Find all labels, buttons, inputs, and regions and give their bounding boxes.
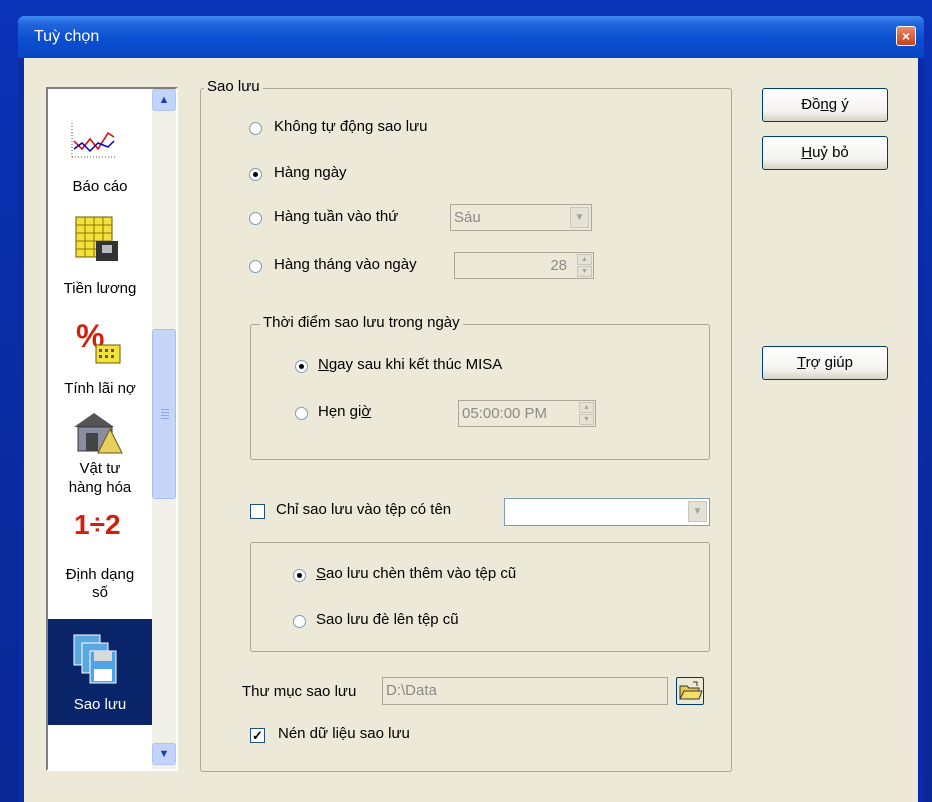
spin-down-icon[interactable]: ▼ bbox=[577, 266, 592, 277]
help-button[interactable]: Trợ giúp bbox=[762, 346, 888, 380]
warehouse-icon bbox=[74, 413, 123, 454]
close-button[interactable]: × bbox=[896, 26, 916, 46]
month-day-spinner[interactable]: 28 ▲ ▼ bbox=[454, 252, 594, 279]
only-named-file-checkbox[interactable] bbox=[250, 504, 265, 519]
append-radio[interactable] bbox=[293, 569, 306, 582]
browse-folder-button[interactable] bbox=[676, 677, 704, 705]
weekday-select[interactable]: Sáu ▼ bbox=[450, 204, 592, 231]
spin-up-icon[interactable]: ▲ bbox=[577, 254, 592, 265]
sidebar-item-label: Báo cáo bbox=[72, 178, 128, 195]
time-spinner[interactable]: 05:00:00 PM ▲ ▼ bbox=[458, 400, 596, 427]
ok-text-post: g ý bbox=[828, 96, 849, 113]
compress-checkbox[interactable]: ✓ bbox=[250, 728, 265, 743]
chevron-down-icon: ▼ bbox=[158, 748, 170, 760]
thumb-grip-line bbox=[161, 418, 169, 419]
backup-folder-label: Thư mục sao lưu bbox=[242, 683, 357, 700]
ok-mnemonic: n bbox=[820, 96, 829, 113]
backup-group-title: Sao lưu bbox=[204, 78, 263, 95]
sidebar-item-label: Sao lưu bbox=[73, 696, 127, 713]
category-list-items: Báo cáo Tiền lương % Tính lãi nợ Vật tư … bbox=[48, 89, 152, 769]
thumb-grip-line bbox=[161, 412, 169, 413]
help-text: rợ giúp bbox=[805, 354, 853, 371]
time-of-day-groupbox bbox=[250, 324, 710, 460]
folder-open-icon bbox=[679, 681, 703, 700]
percent-icon: % bbox=[76, 318, 121, 364]
weekday-value: Sáu bbox=[454, 209, 481, 226]
overwrite-label: Sao lưu đè lên tệp cũ bbox=[316, 611, 459, 628]
ok-button[interactable]: Đồng ý bbox=[762, 88, 888, 122]
no-auto-backup-radio[interactable] bbox=[249, 122, 262, 135]
category-list: Báo cáo Tiền lương % Tính lãi nợ Vật tư … bbox=[46, 87, 178, 771]
append-text: ao lưu chèn thêm vào tệp cũ bbox=[326, 565, 517, 582]
sidebar-item-interest[interactable]: % Tính lãi nợ bbox=[48, 309, 152, 409]
sidebar-item-label: Tiền lương bbox=[63, 280, 137, 297]
dialog-client-area: Báo cáo Tiền lương % Tính lãi nợ Vật tư … bbox=[24, 58, 918, 802]
sidebar-item-number-format[interactable]: 1÷2 Định dạng số bbox=[48, 509, 152, 619]
append-label: Sao lưu chèn thêm vào tệp cũ bbox=[316, 565, 516, 582]
cancel-button[interactable]: Huỷ bỏ bbox=[762, 136, 888, 170]
after-exit-mnemonic: N bbox=[318, 356, 329, 373]
chevron-down-icon[interactable]: ▼ bbox=[688, 501, 707, 522]
ok-text-pre: Đồ bbox=[801, 96, 821, 113]
scheduled-time-radio[interactable] bbox=[295, 407, 308, 420]
month-day-value: 28 bbox=[550, 257, 567, 274]
scheduled-time-label: Hẹn giờ bbox=[318, 403, 371, 420]
sidebar-item-backup[interactable]: Sao lưu bbox=[48, 619, 152, 725]
scheduled-time-mnemonic: ờ bbox=[361, 403, 372, 420]
time-of-day-title: Thời điểm sao lưu trong ngày bbox=[260, 314, 463, 331]
scroll-down-button[interactable]: ▼ bbox=[152, 743, 176, 765]
title-bar[interactable]: Tuỳ chọn × bbox=[18, 16, 924, 58]
after-exit-text: gay sau khi kết thúc MISA bbox=[328, 356, 503, 373]
overwrite-radio[interactable] bbox=[293, 615, 306, 628]
spin-up-icon[interactable]: ▲ bbox=[579, 402, 594, 413]
no-auto-backup-label: Không tự động sao lưu bbox=[274, 118, 428, 135]
floppy-disk-icon bbox=[73, 634, 117, 684]
only-named-file-label: Chỉ sao lưu vào tệp có tên bbox=[276, 501, 452, 518]
checkmark-icon: ✓ bbox=[252, 728, 263, 743]
daily-label: Hàng ngày bbox=[274, 164, 347, 181]
spin-down-icon[interactable]: ▼ bbox=[579, 414, 594, 425]
time-value: 05:00:00 PM bbox=[462, 405, 548, 422]
sidebar-item-inventory[interactable]: Vật tư hàng hóa bbox=[48, 409, 152, 509]
thumb-grip-line bbox=[161, 409, 169, 410]
sidebar-item-label: Tính lãi nợ bbox=[64, 380, 136, 397]
sidebar-item-label-line1: Định dạng bbox=[65, 566, 135, 583]
chevron-up-icon: ▲ bbox=[158, 94, 170, 106]
compress-label: Nén dữ liệu sao lưu bbox=[278, 725, 410, 742]
chart-icon bbox=[71, 123, 116, 158]
file-mode-groupbox bbox=[250, 542, 710, 652]
append-mnemonic: S bbox=[316, 565, 327, 582]
after-exit-radio[interactable] bbox=[295, 360, 308, 373]
scroll-thumb[interactable] bbox=[152, 329, 176, 499]
payroll-icon bbox=[75, 216, 118, 261]
sidebar-item-label-line2: số bbox=[92, 584, 108, 601]
cancel-text: uỷ bỏ bbox=[812, 144, 849, 161]
weekly-radio[interactable] bbox=[249, 212, 262, 225]
monthly-radio[interactable] bbox=[249, 260, 262, 273]
monthly-label: Hàng tháng vào ngày bbox=[274, 256, 417, 273]
sidebar-item-reports[interactable]: Báo cáo bbox=[48, 89, 152, 199]
sidebar-item-payroll[interactable]: Tiền lương bbox=[48, 199, 152, 309]
close-icon: × bbox=[901, 28, 911, 44]
backup-folder-value: D:\Data bbox=[386, 682, 437, 699]
sidebar-item-label-line1: Vật tư bbox=[79, 460, 121, 477]
daily-radio[interactable] bbox=[249, 168, 262, 181]
window-title: Tuỳ chọn bbox=[34, 28, 100, 45]
thumb-grip-line bbox=[161, 415, 169, 416]
after-exit-label: Ngay sau khi kết thúc MISA bbox=[318, 356, 502, 373]
backup-folder-field[interactable]: D:\Data bbox=[382, 677, 668, 705]
number-format-icon: 1÷2 bbox=[74, 509, 121, 540]
chevron-down-icon[interactable]: ▼ bbox=[570, 207, 589, 228]
options-dialog: Tuỳ chọn × Báo cáo Tiền lương % Tính lãi… bbox=[18, 16, 924, 802]
scheduled-time-text: Hẹn gi bbox=[318, 403, 362, 420]
weekly-label: Hàng tuần vào thứ bbox=[274, 208, 399, 225]
category-scrollbar[interactable]: ▲ ▼ bbox=[152, 89, 176, 769]
scroll-up-button[interactable]: ▲ bbox=[152, 89, 176, 111]
file-name-select[interactable]: ▼ bbox=[504, 498, 710, 526]
help-mnemonic: T bbox=[797, 354, 806, 371]
cancel-mnemonic: H bbox=[801, 144, 813, 161]
sidebar-item-label-line2: hàng hóa bbox=[68, 479, 132, 496]
